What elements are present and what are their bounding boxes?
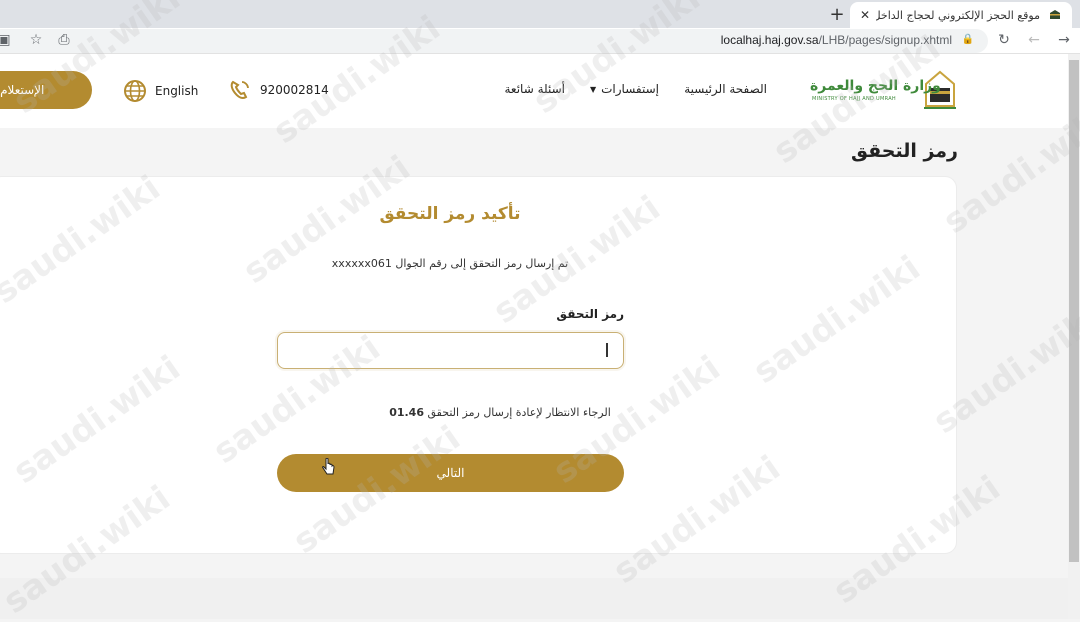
globe-icon xyxy=(124,80,146,102)
text-caret xyxy=(606,343,608,357)
translate-icon[interactable]: ⎙ xyxy=(56,31,72,49)
hand-cursor-icon xyxy=(322,458,335,475)
resend-timer: 01.46 xyxy=(389,406,424,419)
phone-number: 920002814 xyxy=(260,83,329,97)
phone-contact[interactable]: 920002814 xyxy=(228,79,329,101)
logo-arabic-text: وزارة الحج والعمرة xyxy=(810,78,941,94)
url-text[interactable]: localhaj.haj.gov.sa/LHB/pages/signup.xht… xyxy=(721,33,952,47)
language-label: English xyxy=(155,84,199,98)
favicon-icon xyxy=(1050,10,1060,19)
nav-home[interactable]: الصفحة الرئيسية xyxy=(684,82,767,96)
forward-icon[interactable]: → xyxy=(1056,31,1072,49)
logo-english-text: MINISTRY OF HAJJ AND UMRAH xyxy=(812,96,896,102)
browser-tab[interactable]: موقع الحجز الإلكتروني لحجاج الداخل ✕ xyxy=(850,2,1072,28)
tab-title: موقع الحجز الإلكتروني لحجاج الداخل xyxy=(876,8,1040,22)
resend-wait-message: الرجاء الانتظار لإعادة إرسال رمز التحقق … xyxy=(0,406,1000,419)
caret-down-icon: ▼ xyxy=(589,84,597,94)
back-icon[interactable]: ← xyxy=(1026,31,1042,49)
language-switch[interactable]: English xyxy=(123,79,198,103)
phone-icon xyxy=(230,80,249,99)
code-sent-message: تم إرسال رمز التحقق إلى رقم الجوال xxxxx… xyxy=(331,257,569,270)
nav-inquiries[interactable]: إستفسارات ▼ xyxy=(590,82,659,96)
verification-code-input[interactable] xyxy=(277,332,624,369)
reload-icon[interactable]: ↻ xyxy=(996,31,1012,49)
new-tab-icon[interactable]: + xyxy=(828,4,846,25)
nav-faq[interactable]: أسئلة شائعة xyxy=(504,82,565,96)
inquiry-button[interactable]: الإستعلام عن xyxy=(0,71,92,109)
code-label: رمز التحقق xyxy=(556,307,624,321)
page-title: رمز التحقق xyxy=(850,140,958,162)
scrollbar-thumb[interactable] xyxy=(1069,60,1079,562)
tab-close-icon[interactable]: ✕ xyxy=(860,8,870,22)
lock-icon[interactable]: 🔒 xyxy=(960,31,976,49)
browser-tab-bar: موقع الحجز الإلكتروني لحجاج الداخل ✕ + xyxy=(0,0,1080,28)
cast-icon[interactable]: ▣ xyxy=(0,31,12,49)
card-title: تأكيد رمز التحقق xyxy=(379,204,521,224)
bookmark-star-icon[interactable]: ☆ xyxy=(28,31,44,49)
resend-wait-text: الرجاء الانتظار لإعادة إرسال رمز التحقق xyxy=(427,406,611,419)
footer-band xyxy=(0,578,1068,619)
nav-inquiries-label: إستفسارات xyxy=(601,82,659,96)
